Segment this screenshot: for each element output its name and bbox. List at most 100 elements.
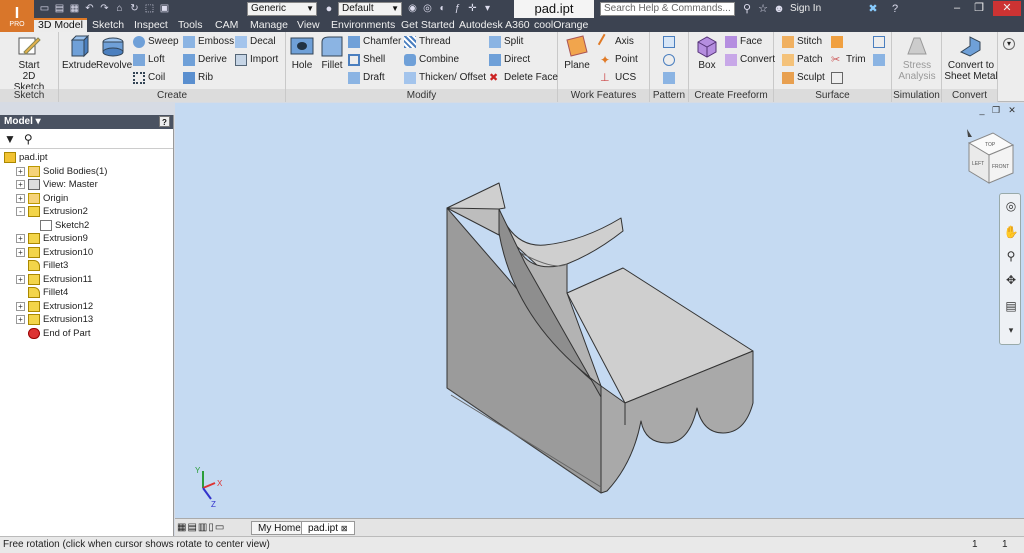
- adjust-icon[interactable]: ◐: [436, 3, 449, 15]
- ribbon-options-button[interactable]: ▾: [1003, 36, 1015, 52]
- filter-icon[interactable]: ▼: [4, 132, 16, 146]
- emboss-button[interactable]: Emboss: [183, 34, 234, 50]
- save-icon[interactable]: ▦: [68, 3, 81, 15]
- help-search-input[interactable]: Search Help & Commands...: [600, 2, 735, 16]
- direct-button[interactable]: Direct: [489, 52, 530, 68]
- browser-help-button[interactable]: ?: [159, 116, 170, 127]
- tree-node[interactable]: + Solid Bodies(1): [0, 165, 173, 179]
- tab-autodesk-a360[interactable]: Autodesk A360: [455, 18, 534, 32]
- open-file-icon[interactable]: ▤: [53, 3, 66, 15]
- thread-button[interactable]: Thread: [404, 34, 451, 50]
- tab-inspect[interactable]: Inspect: [130, 18, 172, 32]
- box-button[interactable]: Box: [692, 34, 722, 71]
- decal-button[interactable]: Decal: [235, 34, 276, 50]
- appearance-dropdown[interactable]: Default ▼: [338, 2, 402, 16]
- tab-coolorange[interactable]: coolOrange: [530, 18, 592, 32]
- expand-icon[interactable]: +: [16, 234, 25, 244]
- tree-node[interactable]: - Extrusion2: [0, 205, 173, 219]
- tab-manage[interactable]: Manage: [246, 18, 292, 32]
- extrude-button[interactable]: Extrude: [62, 34, 96, 71]
- repair-bodies-button[interactable]: [873, 34, 885, 50]
- doc-tab-my-home[interactable]: My Home: [251, 521, 308, 535]
- circular-pattern-button[interactable]: [663, 52, 675, 68]
- sweep-button[interactable]: Sweep: [133, 34, 179, 50]
- derive-button[interactable]: Derive: [183, 52, 227, 68]
- tab-get-started[interactable]: Get Started: [397, 18, 459, 32]
- tab-tools[interactable]: Tools: [174, 18, 207, 32]
- trim-button[interactable]: ✂ Trim: [831, 52, 866, 68]
- sign-in-link[interactable]: Sign In: [790, 2, 821, 16]
- tab-view[interactable]: View: [293, 18, 324, 32]
- new-file-icon[interactable]: ▭: [38, 3, 51, 15]
- steering-wheel-icon[interactable]: ◎: [1003, 198, 1019, 214]
- sculpt-button[interactable]: Sculpt: [782, 70, 825, 86]
- color-sphere-icon[interactable]: ◉: [406, 3, 419, 15]
- thicken-offset-button[interactable]: Thicken/ Offset: [404, 70, 486, 86]
- tree-node[interactable]: Fillet3: [0, 259, 173, 273]
- collapse-icon[interactable]: -: [16, 207, 25, 217]
- close-icon[interactable]: ⊠: [341, 524, 348, 533]
- face-button[interactable]: Face: [725, 34, 762, 50]
- minimize-button[interactable]: –: [948, 1, 966, 16]
- expand-icon[interactable]: +: [16, 193, 25, 203]
- tree-node[interactable]: End of Part: [0, 327, 173, 341]
- tab-3d-model[interactable]: 3D Model: [34, 18, 87, 32]
- measure-icon[interactable]: ▣: [158, 3, 171, 15]
- loft-button[interactable]: Loft: [133, 52, 165, 68]
- tree-node[interactable]: + Extrusion9: [0, 232, 173, 246]
- import-button[interactable]: Import: [235, 52, 278, 68]
- select-icon[interactable]: ⬚: [143, 3, 156, 15]
- view-cube[interactable]: TOP LEFT FRONT: [967, 129, 1015, 184]
- convert-freeform-button[interactable]: Convert: [725, 52, 775, 68]
- tree-node[interactable]: + Extrusion12: [0, 300, 173, 314]
- pan-hand-icon[interactable]: ✋: [1003, 224, 1019, 240]
- redo-icon[interactable]: ↷: [98, 3, 111, 15]
- tree-node[interactable]: + Extrusion13: [0, 313, 173, 327]
- expand-icon[interactable]: +: [16, 301, 25, 311]
- point-button[interactable]: ✦ Point: [600, 52, 638, 68]
- look-at-icon[interactable]: ▤: [1003, 298, 1019, 314]
- rib-button[interactable]: Rib: [183, 70, 213, 86]
- tile-windows-icon[interactable]: ▦▤▥▯▭: [177, 522, 225, 533]
- stitch-button[interactable]: Stitch: [782, 34, 822, 50]
- ruled-surface-button[interactable]: [831, 34, 843, 50]
- hole-button[interactable]: Hole: [288, 34, 316, 71]
- navbar-options-icon[interactable]: ▾: [1003, 322, 1019, 338]
- doc-tab-pad-ipt[interactable]: pad.ipt ⊠: [301, 521, 355, 535]
- crosshair-icon[interactable]: ✛: [466, 3, 479, 15]
- expand-icon[interactable]: +: [16, 247, 25, 257]
- orbit-icon[interactable]: ✥: [1003, 272, 1019, 288]
- tab-cam[interactable]: CAM: [211, 18, 242, 32]
- coil-button[interactable]: Coil: [133, 70, 165, 86]
- tree-node[interactable]: + Extrusion10: [0, 246, 173, 260]
- customize-icon[interactable]: ▾: [481, 3, 494, 15]
- tree-node[interactable]: + View: Master: [0, 178, 173, 192]
- revolve-button[interactable]: Revolve: [96, 34, 132, 71]
- expand-icon[interactable]: +: [16, 180, 25, 190]
- start-sketch-button[interactable]: Start 2D Sketch: [6, 34, 52, 93]
- extend-button[interactable]: [831, 70, 843, 86]
- tree-node[interactable]: Sketch2: [0, 219, 173, 233]
- tree-node[interactable]: Fillet4: [0, 286, 173, 300]
- zoom-icon[interactable]: ⚲: [1003, 248, 1019, 264]
- rectangular-pattern-button[interactable]: [663, 34, 675, 50]
- mirror-button[interactable]: [663, 70, 675, 86]
- tab-sketch[interactable]: Sketch: [88, 18, 128, 32]
- combine-button[interactable]: Combine: [404, 52, 459, 68]
- expand-icon[interactable]: +: [16, 274, 25, 284]
- restore-button[interactable]: ❐: [970, 1, 988, 16]
- browser-title[interactable]: Model: [4, 116, 33, 127]
- chamfer-button[interactable]: Chamfer: [348, 34, 401, 50]
- home-icon[interactable]: ⌂: [113, 3, 126, 15]
- close-button[interactable]: ✕: [993, 1, 1021, 16]
- material-dropdown[interactable]: Generic ▼: [247, 2, 317, 16]
- expand-icon[interactable]: +: [16, 315, 25, 325]
- convert-sheet-metal-button[interactable]: Convert to Sheet Metal: [944, 34, 998, 82]
- star-icon[interactable]: ☆: [756, 2, 770, 16]
- undo-icon[interactable]: ↶: [83, 3, 96, 15]
- axis-button[interactable]: Axis: [597, 33, 634, 51]
- exchange-icon[interactable]: ✖: [866, 2, 880, 16]
- tree-node[interactable]: + Origin: [0, 192, 173, 206]
- draft-button[interactable]: Draft: [348, 70, 385, 86]
- patch-button[interactable]: Patch: [782, 52, 823, 68]
